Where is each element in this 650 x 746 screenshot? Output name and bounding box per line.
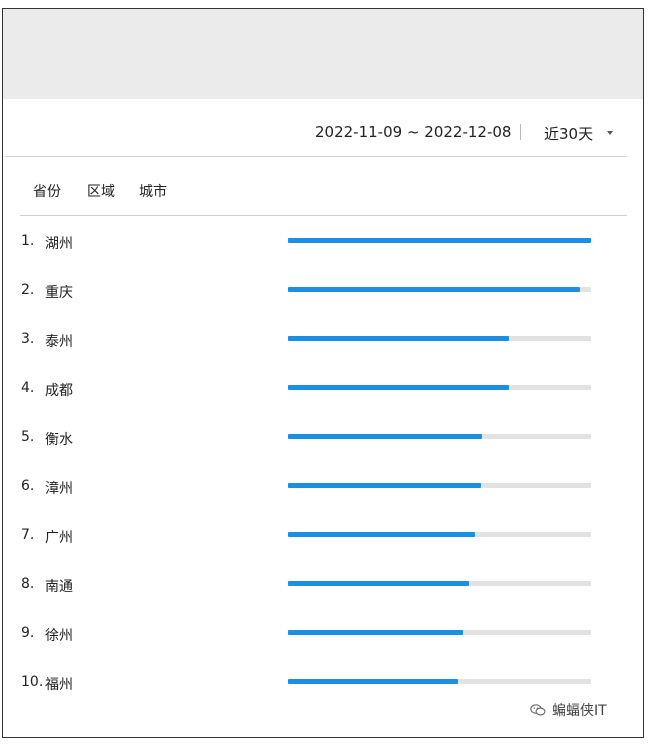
city-name: 漳州 [45,481,73,497]
bar-fill [288,238,591,243]
watermark: 蝙蝠侠IT [530,700,607,720]
period-label: 近30天 [544,125,594,143]
top-banner [3,9,643,99]
header-bar: 2022-11-09 ~ 2022-12-08 近30天 [3,99,643,157]
bar-track [288,434,591,439]
tab-region[interactable]: 区域 [87,181,115,201]
ranking-row: 6. 漳州 [3,461,643,510]
bar-track [288,483,591,488]
rank-number: 10. [21,674,44,690]
ranking-row: 9. 徐州 [3,608,643,657]
rank-number: 2. [21,282,35,298]
city-name: 成都 [45,383,73,399]
date-range[interactable]: 2022-11-09 ~ 2022-12-08 [315,123,511,141]
ranking-row: 1. 湖州 [3,216,643,265]
city-name: 福州 [45,677,73,693]
rank-number: 8. [21,576,35,592]
period-dropdown[interactable]: 近30天 [544,123,614,144]
ranking-row: 3. 泰州 [3,314,643,363]
ranking-row: 4. 成都 [3,363,643,412]
caret-down-icon [607,130,614,135]
rank-number: 7. [21,527,35,543]
bar-track [288,679,591,684]
divider [5,156,627,157]
bar-track [288,287,591,292]
bar-track [288,336,591,341]
rank-number: 1. [21,233,35,249]
ranking-row: 7. 广州 [3,510,643,559]
city-name: 南通 [45,579,73,595]
bar-fill [288,483,481,488]
bar-fill [288,581,469,586]
tab-province[interactable]: 省份 [33,181,61,201]
rank-number: 4. [21,380,35,396]
ranking-row: 5. 衡水 [3,412,643,461]
bar-track [288,630,591,635]
city-name: 泰州 [45,334,73,350]
bar-track [288,238,591,243]
bar-fill [288,679,458,684]
bar-track [288,385,591,390]
rank-number: 3. [21,331,35,347]
ranking-row: 10. 福州 [3,657,643,706]
city-name: 衡水 [45,432,73,448]
bar-fill [288,385,509,390]
city-name: 徐州 [45,628,73,644]
ranking-panel: 2022-11-09 ~ 2022-12-08 近30天 省份 区域 城市 1.… [2,8,644,738]
ranking-row: 2. 重庆 [3,265,643,314]
city-name: 重庆 [45,285,73,301]
bar-track [288,581,591,586]
wechat-icon [530,704,546,716]
bar-fill [288,532,475,537]
ranking-row: 8. 南通 [3,559,643,608]
rank-number: 5. [21,429,35,445]
city-name: 广州 [45,530,73,546]
city-name: 湖州 [45,236,73,252]
bar-fill [288,630,463,635]
bar-fill [288,434,482,439]
bar-fill [288,336,509,341]
watermark-text: 蝙蝠侠IT [552,703,607,719]
bar-fill [288,287,580,292]
bar-track [288,532,591,537]
divider [520,124,521,140]
rank-number: 9. [21,625,35,641]
rank-number: 6. [21,478,35,494]
tab-city[interactable]: 城市 [139,181,167,201]
